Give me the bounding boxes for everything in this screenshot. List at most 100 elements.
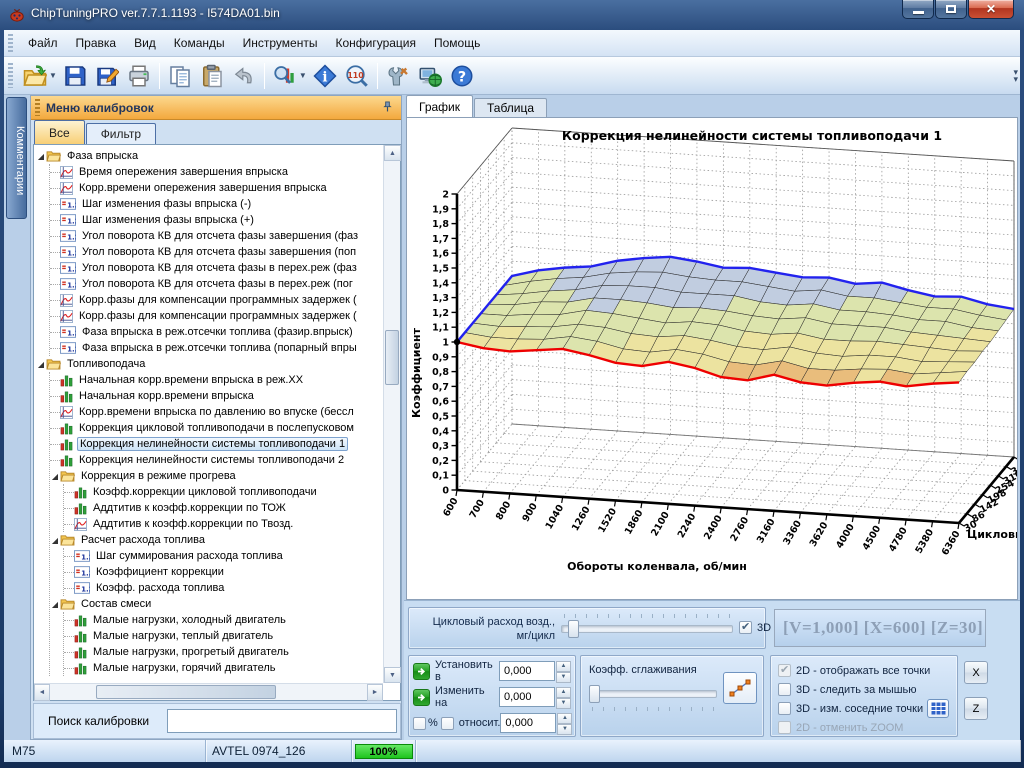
tree-vertical-scrollbar[interactable]: ▲ ▼	[383, 145, 401, 683]
smoothing-slider[interactable]	[589, 684, 717, 711]
scroll-left-icon[interactable]: ◄	[34, 684, 50, 701]
smoothing-apply-button[interactable]	[723, 672, 757, 704]
maximize-button[interactable]	[935, 0, 967, 19]
copy-button[interactable]	[165, 61, 195, 91]
minimize-button[interactable]	[902, 0, 934, 19]
tree-item[interactable]: Начальная корр.времени впрыска в реж.ХХ	[50, 372, 383, 388]
expand-icon[interactable]: ◢	[36, 152, 46, 161]
tree-item[interactable]: Аддтитив к коэфф.коррекции по Твозд.	[64, 516, 383, 532]
apply-change-button[interactable]	[413, 688, 430, 706]
open-file-dropdown-icon[interactable]: ▼	[49, 71, 57, 80]
tree-item[interactable]: Коррекция нелинейности системы топливопо…	[50, 452, 383, 468]
tab-comments[interactable]: Комментарии	[6, 97, 27, 219]
print-button[interactable]	[124, 61, 154, 91]
tree-item[interactable]: Коррекция цикловой топливоподачи в после…	[50, 420, 383, 436]
menu-item-4[interactable]: Команды	[165, 32, 234, 54]
expand-icon[interactable]: ◢	[50, 472, 60, 481]
tree-item[interactable]: Начальная корр.времени впрыска	[50, 388, 383, 404]
tab-график[interactable]: График	[406, 95, 473, 117]
tree-item[interactable]: Малые нагрузки, холодный двигатель	[64, 612, 383, 628]
tree-item[interactable]: Коэфф.коррекции цикловой топливоподачи	[64, 484, 383, 500]
checkbox-percent[interactable]	[413, 716, 426, 730]
tree-item[interactable]: 1.2 Шаг изменения фазы впрыска (-)	[50, 196, 383, 212]
network-button[interactable]	[415, 61, 445, 91]
percent-input[interactable]	[500, 713, 557, 733]
toolbar-overflow-icon[interactable]: ▾ ▾	[1013, 67, 1018, 83]
tree-folder[interactable]: ◢ Состав смеси	[50, 596, 383, 612]
apply-set-button[interactable]	[413, 662, 430, 680]
menu-item-7[interactable]: Помощь	[425, 32, 489, 54]
option-checkbox-2[interactable]	[778, 683, 791, 696]
chart-view-dropdown-icon[interactable]: ▼	[299, 71, 307, 80]
paste-button[interactable]	[197, 61, 227, 91]
tree-item[interactable]: 1.2 Фаза впрыска в реж.отсечки топлива (п…	[50, 340, 383, 356]
toolbar-grip[interactable]	[8, 62, 13, 89]
tree-folder[interactable]: ◢ Коррекция в режиме прогрева	[50, 468, 383, 484]
tab-фильтр[interactable]: Фильтр	[85, 123, 156, 144]
smoothing-slider-thumb[interactable]	[589, 685, 600, 703]
tree-folder[interactable]: ◢ Фаза впрыска	[36, 148, 383, 164]
tree-folder[interactable]: ◢ Расчет расхода топлива	[50, 532, 383, 548]
tree-item[interactable]: Малые нагрузки, прогретый двигатель	[64, 644, 383, 660]
menu-item-1[interactable]: Файл	[19, 32, 67, 54]
option-checkbox-3[interactable]	[778, 702, 791, 715]
menu-item-2[interactable]: Правка	[67, 32, 126, 54]
x-axis-button[interactable]: X	[964, 661, 988, 684]
tree-item[interactable]: 1.2 Коэфф. расхода топлива	[64, 580, 383, 596]
undo-button[interactable]	[229, 61, 259, 91]
surface-chart[interactable]: 0 0,1 0,2 0,3 0,4 0,5 0,6 0,7 0,8 0,9 1 1,1 1,2 1,3 1,…	[407, 118, 1017, 599]
tree-folder[interactable]: ◢ Топливоподача	[36, 356, 383, 372]
grid-select-button[interactable]	[927, 699, 950, 718]
tools-button[interactable]	[383, 61, 413, 91]
tree-item[interactable]: Аддтитив к коэфф.коррекции по ТОЖ	[64, 500, 383, 516]
zoom-110-button[interactable]: 110	[342, 61, 372, 91]
info-button[interactable]: i	[310, 61, 340, 91]
set-to-input[interactable]	[499, 661, 555, 681]
tree-hscroll-thumb[interactable]	[96, 685, 276, 699]
menu-grip[interactable]	[8, 33, 13, 53]
tree-horizontal-scrollbar[interactable]: ◄ ►	[34, 683, 383, 701]
menu-item-3[interactable]: Вид	[125, 32, 165, 54]
scroll-right-icon[interactable]: ►	[367, 684, 383, 701]
expand-icon[interactable]: ◢	[36, 360, 46, 369]
tab-таблица[interactable]: Таблица	[474, 98, 548, 117]
expand-icon[interactable]: ◢	[50, 536, 60, 545]
save-edit-button[interactable]	[92, 61, 122, 91]
tree-item[interactable]: 1.2 Угол поворота КВ для отсчета фазы зав…	[50, 228, 383, 244]
search-input[interactable]	[167, 709, 398, 733]
tree-item[interactable]: Время опережения завершения впрыска	[50, 164, 383, 180]
tree-item[interactable]: 1.2 Угол поворота КВ для отсчета фазы зав…	[50, 244, 383, 260]
tree-item[interactable]: Корр.фазы для компенсации программных за…	[50, 308, 383, 324]
checkbox-3d[interactable]	[739, 620, 752, 634]
tree-item[interactable]: 1.2 Угол поворота КВ для отсчета фазы в п…	[50, 260, 383, 276]
checkbox-relative[interactable]	[440, 716, 454, 730]
open-file-button[interactable]	[20, 61, 50, 91]
tree-item[interactable]: 1.2 Фаза впрыска в реж.отсечки топлива (ф…	[50, 324, 383, 340]
air-flow-slider-thumb[interactable]	[568, 620, 579, 638]
chart-area[interactable]: 0 0,1 0,2 0,3 0,4 0,5 0,6 0,7 0,8 0,9 1 1,1 1,2 1,3 1,…	[406, 117, 1018, 600]
close-button[interactable]: ✕	[968, 0, 1014, 19]
scroll-down-icon[interactable]: ▼	[384, 667, 401, 683]
pin-icon[interactable]	[382, 99, 393, 117]
expand-icon[interactable]: ◢	[50, 600, 60, 609]
change-by-stepper[interactable]: ▲ ▼	[556, 687, 571, 709]
tab-все[interactable]: Все	[34, 120, 85, 144]
save-button[interactable]	[60, 61, 90, 91]
tree-vscroll-thumb[interactable]	[385, 330, 399, 385]
calibration-panel-header[interactable]: Меню калибровок	[31, 96, 401, 120]
title-bar[interactable]: ChipTuningPRO ver.7.7.1.1193 - I574DA01.…	[0, 0, 1024, 30]
tree-item[interactable]: Коррекция нелинейности системы топливопо…	[50, 436, 383, 452]
scroll-up-icon[interactable]: ▲	[384, 145, 401, 161]
chart-view-button[interactable]	[270, 61, 300, 91]
set-to-stepper[interactable]: ▲ ▼	[556, 661, 571, 683]
tree-item[interactable]: Малые нагрузки, горячий двигатель	[64, 660, 383, 676]
tree-item[interactable]: Малые нагрузки, теплый двигатель	[64, 628, 383, 644]
tree-item[interactable]: Корр.фазы для компенсации программных за…	[50, 292, 383, 308]
percent-stepper[interactable]: ▲ ▼	[557, 713, 573, 735]
change-by-input[interactable]	[499, 687, 555, 707]
air-flow-slider[interactable]	[561, 614, 733, 639]
z-axis-button[interactable]: Z	[964, 697, 988, 720]
tree-item[interactable]: Корр.времени опережения завершения впрыс…	[50, 180, 383, 196]
tree-item[interactable]: Корр.времени впрыска по давлению во впус…	[50, 404, 383, 420]
tree-item[interactable]: 1.2 Шаг суммирования расхода топлива	[64, 548, 383, 564]
